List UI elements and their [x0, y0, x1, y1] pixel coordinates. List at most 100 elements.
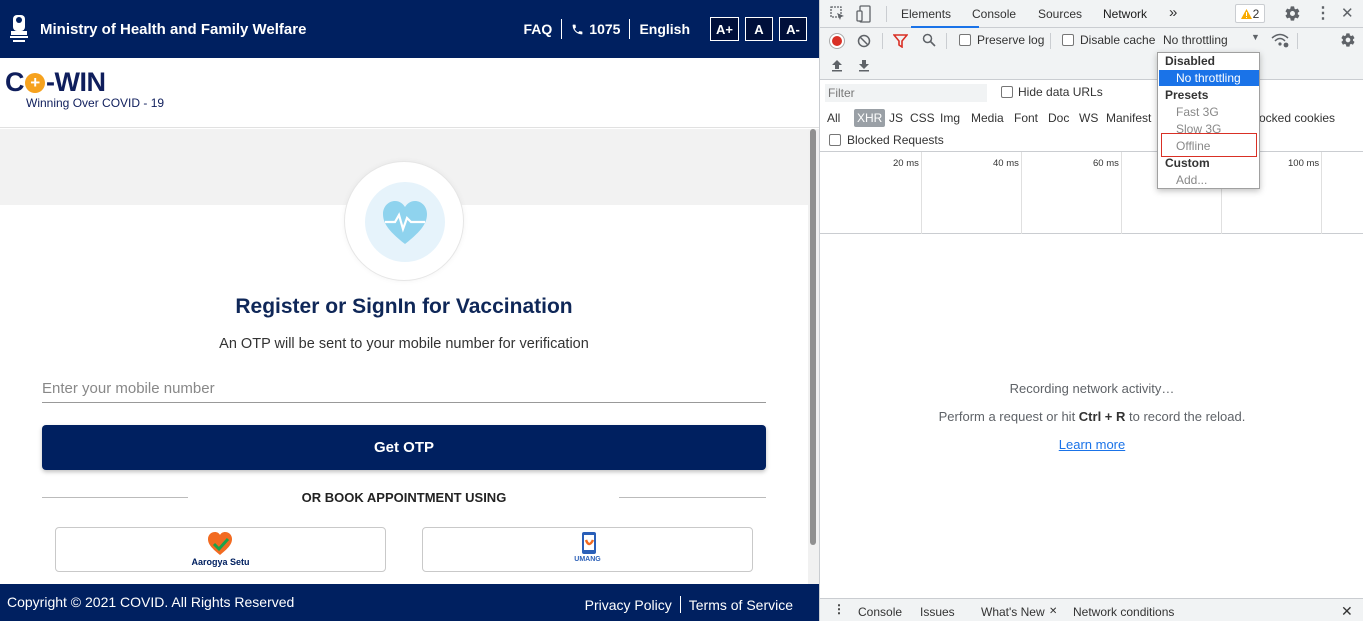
aarogya-setu-button[interactable]: Aarogya Setu	[55, 527, 386, 572]
timeline-label: 20 ms	[893, 158, 919, 169]
preserve-log-label: Preserve log	[977, 33, 1045, 47]
hint-shortcut: Ctrl + R	[1078, 409, 1126, 424]
network-settings-gear-icon[interactable]	[1340, 32, 1356, 48]
privacy-policy-link[interactable]: Privacy Policy	[585, 597, 672, 613]
device-toolbar-icon[interactable]	[856, 5, 872, 23]
menu-option-add-custom[interactable]: Add...	[1159, 172, 1259, 188]
page-footer: Copyright © 2021 COVID. All Rights Reser…	[0, 584, 819, 621]
export-har-download-icon[interactable]	[858, 59, 870, 72]
ministry-title: Ministry of Health and Family Welfare	[40, 21, 307, 38]
blocked-requests-checkbox[interactable]	[829, 134, 841, 146]
preserve-log-checkbox[interactable]	[959, 34, 971, 46]
search-icon[interactable]	[922, 33, 936, 47]
warnings-badge[interactable]: 2	[1235, 4, 1265, 23]
timeline-label: 40 ms	[993, 158, 1019, 169]
more-tabs-button[interactable]: »	[1169, 4, 1177, 21]
font-increase-button[interactable]: A+	[710, 17, 739, 41]
type-filter-media[interactable]: Media	[968, 109, 1007, 127]
logo-text-right: -WIN	[46, 67, 106, 97]
devtools-panel: Elements Console Sources Network » 2 ⋮ ✕…	[819, 0, 1363, 621]
font-decrease-button[interactable]: A-	[779, 17, 807, 41]
terms-of-service-link[interactable]: Terms of Service	[689, 597, 793, 613]
timeline-label: 100 ms	[1288, 158, 1320, 169]
filter-input[interactable]	[825, 84, 987, 102]
faq-link[interactable]: FAQ	[524, 21, 553, 37]
drawer-menu-icon[interactable]: ⋮	[833, 602, 845, 616]
settings-gear-icon[interactable]	[1284, 5, 1301, 22]
scrollbar-thumb[interactable]	[810, 129, 816, 545]
font-reset-button[interactable]: A	[745, 17, 773, 41]
menu-option-no-throttling[interactable]: No throttling	[1159, 70, 1259, 86]
network-overview-timeline[interactable]: 20 ms 40 ms 60 ms 100 ms	[820, 152, 1363, 234]
drawer-tab-whats-new[interactable]: What's New	[981, 605, 1045, 619]
toolbar-divider	[946, 33, 947, 49]
recording-status-text: Recording network activity…	[1009, 381, 1175, 396]
nav-divider	[629, 19, 631, 39]
blocked-cookies-label: ocked cookies	[1259, 111, 1336, 125]
phone-icon	[572, 24, 583, 34]
language-selector[interactable]: English	[639, 21, 690, 37]
umang-button[interactable]: UMANG	[422, 527, 753, 572]
get-otp-button[interactable]: Get OTP	[42, 425, 766, 470]
type-filter-xhr[interactable]: XHR	[854, 109, 886, 127]
top-nav: FAQ 1075 English A+ A A-	[524, 17, 807, 41]
cowin-page: Ministry of Health and Family Welfare FA…	[0, 0, 819, 621]
tab-sources[interactable]: Sources	[1038, 7, 1082, 21]
timeline-gridline	[1021, 152, 1022, 234]
umang-phone-icon	[582, 532, 596, 554]
type-filter-manifest[interactable]: Manifest	[1103, 109, 1154, 127]
close-drawer-icon[interactable]: ✕	[1341, 603, 1353, 620]
close-whats-new-icon[interactable]: ✕	[1049, 606, 1057, 617]
warnings-count: 2	[1252, 6, 1260, 21]
footer-divider	[679, 596, 681, 613]
throttling-dropdown-menu: Disabled No throttling Presets Fast 3G S…	[1157, 52, 1260, 189]
tab-console[interactable]: Console	[972, 7, 1016, 21]
type-filter-doc[interactable]: Doc	[1045, 109, 1072, 127]
helpline-link[interactable]: 1075	[571, 21, 620, 37]
drawer-tab-issues[interactable]: Issues	[920, 605, 955, 619]
tab-network[interactable]: Network	[1103, 7, 1147, 21]
toolbar-divider	[882, 33, 883, 49]
cowin-logo[interactable]: C + -WIN	[5, 67, 106, 98]
filter-funnel-icon[interactable]	[893, 34, 908, 48]
national-emblem-icon	[10, 15, 28, 42]
timeline-label: 60 ms	[1093, 158, 1119, 169]
tab-elements[interactable]: Elements	[901, 7, 951, 21]
aarogya-setu-heart-icon	[208, 532, 232, 555]
logo-plus-icon: +	[25, 72, 45, 93]
warning-icon	[1240, 8, 1252, 19]
menu-option-fast-3g[interactable]: Fast 3G	[1159, 104, 1259, 120]
mobile-number-input[interactable]	[42, 374, 766, 403]
drawer-tab-console[interactable]: Console	[858, 605, 902, 619]
type-filter-js[interactable]: JS	[886, 109, 906, 127]
drawer-tab-network-conditions[interactable]: Network conditions	[1073, 605, 1174, 619]
type-filter-all[interactable]: All	[824, 109, 843, 127]
brand-bar: C + -WIN Winning Over COVID - 19	[0, 58, 819, 128]
logo-text-left: C	[5, 67, 25, 97]
type-filter-ws[interactable]: WS	[1076, 109, 1101, 127]
toolbar-divider	[1297, 33, 1298, 49]
toolbar-divider	[886, 6, 887, 22]
page-scrollbar[interactable]	[808, 129, 819, 584]
devtools-drawer: ⋮ Console Issues What's New ✕ Network co…	[820, 598, 1363, 621]
throttling-select[interactable]: No throttling ▼	[1163, 32, 1260, 51]
copyright-text: Copyright © 2021 COVID. All Rights Reser…	[7, 594, 295, 610]
more-options-icon[interactable]: ⋮	[1315, 3, 1331, 23]
timeline-gridline	[1321, 152, 1322, 234]
close-devtools-icon[interactable]: ✕	[1341, 4, 1354, 22]
network-conditions-wifi-icon[interactable]	[1271, 32, 1289, 48]
throttling-value: No throttling	[1163, 33, 1228, 47]
clear-log-icon[interactable]	[857, 34, 871, 48]
inspect-element-icon[interactable]	[830, 6, 846, 22]
record-button[interactable]	[830, 34, 844, 48]
learn-more-link[interactable]: Learn more	[1059, 437, 1125, 452]
disable-cache-checkbox[interactable]	[1062, 34, 1074, 46]
type-filter-font[interactable]: Font	[1011, 109, 1041, 127]
import-har-upload-icon[interactable]	[831, 59, 843, 72]
type-filter-css[interactable]: CSS	[907, 109, 938, 127]
form-subtitle: An OTP will be sent to your mobile numbe…	[219, 336, 589, 352]
umang-label: UMANG	[574, 556, 601, 563]
hide-data-urls-checkbox[interactable]	[1001, 86, 1013, 98]
type-filter-img[interactable]: Img	[937, 109, 963, 127]
aarogya-setu-label: Aarogya Setu	[191, 557, 250, 567]
